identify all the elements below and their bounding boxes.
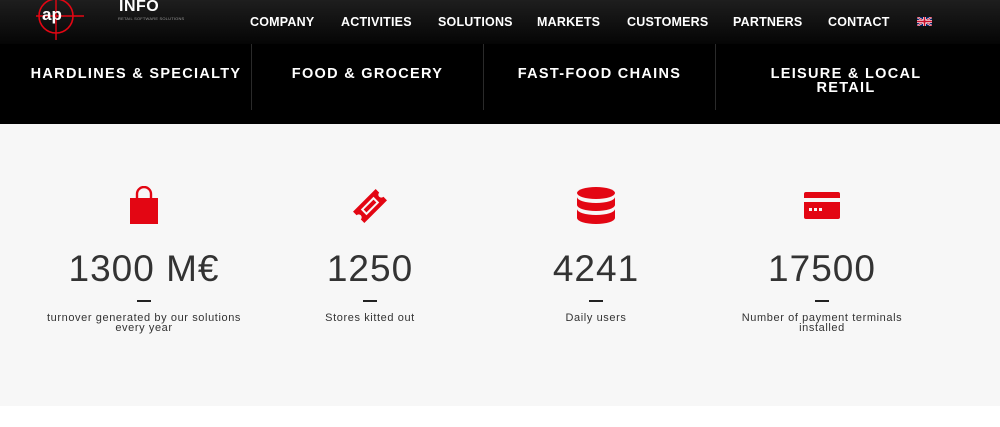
nav-item-activities[interactable]: ACTIVITIES	[341, 15, 412, 29]
logo-wordmark: INFO	[119, 0, 160, 15]
stat-label: turnover generated by our solutions ever…	[46, 312, 242, 334]
subnav-item-fast-food[interactable]: FAST-FOOD CHAINS	[484, 44, 715, 124]
credit-card-icon	[804, 192, 840, 219]
nav-item-markets[interactable]: MARKETS	[537, 15, 600, 29]
stat-divider	[589, 300, 603, 302]
stat-label: Daily users	[565, 312, 627, 324]
key-figures-section: 1300 M€ turnover generated by our soluti…	[0, 124, 1000, 406]
logo-mark: ap	[42, 5, 62, 24]
stat-stores: 1250 Stores kitted out	[250, 124, 490, 406]
nav-item-solutions[interactable]: SOLUTIONS	[438, 15, 513, 29]
market-subnav: HARDLINES & SPECIALTY FOOD & GROCERY FAS…	[0, 44, 1000, 124]
nav-item-customers[interactable]: CUSTOMERS	[627, 15, 708, 29]
subnav-item-food-grocery[interactable]: FOOD & GROCERY	[252, 44, 483, 124]
stat-users: 4241 Daily users	[476, 124, 716, 406]
stat-turnover: 1300 M€ turnover generated by our soluti…	[24, 124, 264, 406]
stat-divider	[815, 300, 829, 302]
top-navigation-bar: ap INFO RETAIL SOFTWARE SOLUTIONS COMPAN…	[0, 0, 1000, 44]
stat-value: 1300 M€	[68, 248, 220, 289]
nav-item-contact[interactable]: CONTACT	[828, 15, 890, 29]
uk-flag-icon[interactable]	[917, 17, 932, 26]
stat-divider	[363, 300, 377, 302]
stat-value: 17500	[768, 248, 876, 289]
database-icon	[577, 187, 615, 224]
stat-terminals: 17500 Number of payment terminals instal…	[702, 124, 942, 406]
stat-label: Stores kitted out	[325, 312, 415, 324]
stat-value: 1250	[326, 248, 414, 289]
logo-tagline: RETAIL SOFTWARE SOLUTIONS	[118, 16, 185, 21]
ticket-icon	[353, 189, 387, 223]
subnav-item-leisure[interactable]: LEISURE & LOCAL RETAIL	[716, 44, 976, 124]
stat-value: 4241	[552, 248, 640, 289]
subnav-item-hardlines[interactable]: HARDLINES & SPECIALTY	[20, 44, 252, 124]
stat-divider	[137, 300, 151, 302]
shopping-bag-icon	[130, 186, 158, 224]
nav-item-company[interactable]: COMPANY	[250, 15, 314, 29]
nav-item-partners[interactable]: PARTNERS	[733, 15, 802, 29]
logo[interactable]: ap INFO RETAIL SOFTWARE SOLUTIONS	[36, 0, 184, 40]
stat-label: Number of payment terminals installed	[741, 312, 903, 334]
